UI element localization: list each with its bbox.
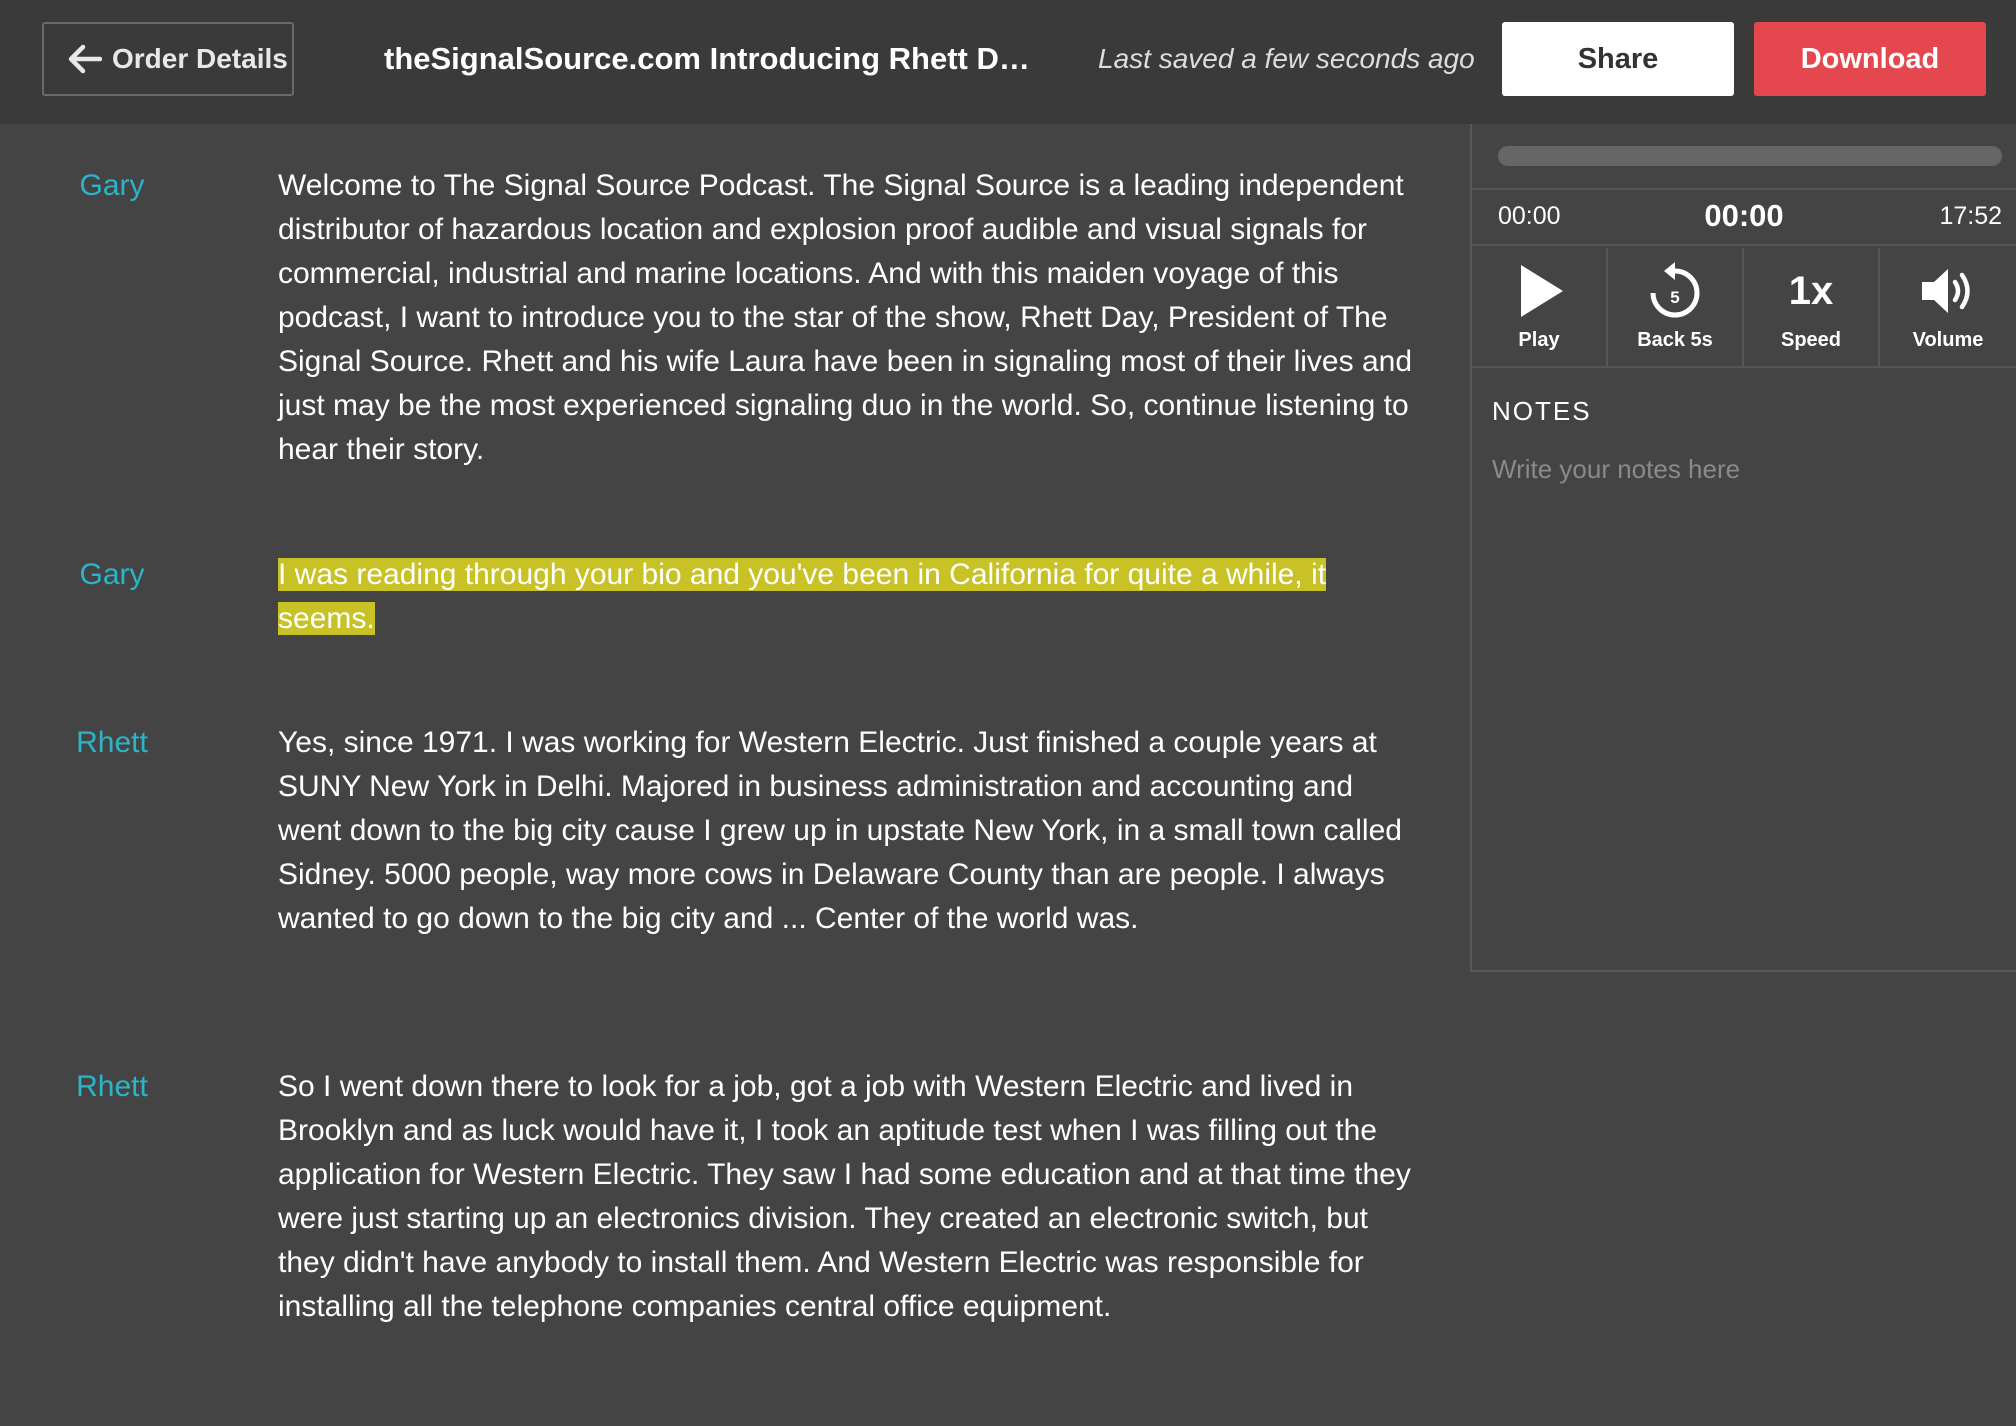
top-bar: Order Details theSignalSource.com Introd… — [0, 0, 2016, 124]
arrow-left-icon — [68, 44, 102, 74]
speaker-name[interactable]: Gary — [0, 553, 224, 597]
play-icon — [1521, 265, 1563, 317]
back-5s-label: Back 5s — [1637, 329, 1713, 351]
speed-button[interactable]: 1x Speed — [1744, 248, 1880, 366]
rewind-seconds: 5 — [1670, 288, 1679, 307]
time-current: 00:00 — [1704, 198, 1784, 233]
transcript-panel: Gary Welcome to The Signal Source Podcas… — [0, 124, 1470, 1426]
save-status: Last saved a few seconds ago — [1098, 43, 1475, 74]
speed-label: Speed — [1780, 329, 1842, 351]
back-5s-button[interactable]: 5 Back 5s — [1608, 248, 1744, 366]
player-controls: Play 5 Back 5s 1x Speed Volume — [1472, 248, 2016, 368]
speaker-name[interactable]: Gary — [0, 164, 224, 208]
audio-player-panel: 00:00 00:00 17:52 Play 5 Back 5s 1x Spee… — [1470, 124, 2016, 972]
order-details-label: Order Details — [112, 43, 288, 74]
download-button[interactable]: Download — [1754, 22, 1986, 96]
speed-value: 1x — [1788, 269, 1834, 313]
speaker-name[interactable]: Rhett — [0, 721, 224, 765]
volume-label: Volume — [1912, 329, 1984, 351]
segment-text[interactable]: Welcome to The Signal Source Podcast. Th… — [278, 164, 1418, 472]
segment-text[interactable]: Yes, since 1971. I was working for Weste… — [278, 721, 1418, 941]
volume-icon — [1922, 269, 1970, 313]
share-button[interactable]: Share — [1502, 22, 1734, 96]
speaker-name[interactable]: Rhett — [0, 1065, 224, 1109]
volume-button[interactable]: Volume — [1880, 248, 2016, 366]
time-readout: 00:00 00:00 17:52 — [1472, 188, 2016, 246]
order-details-button[interactable]: Order Details — [42, 22, 294, 96]
segment-text[interactable]: So I went down there to look for a job, … — [278, 1065, 1418, 1329]
highlighted-text[interactable]: I was reading through your bio and you'v… — [278, 558, 1327, 635]
audio-progress-bar[interactable] — [1498, 146, 2002, 166]
rewind-5-icon: 5 — [1650, 262, 1700, 318]
play-button[interactable]: Play — [1472, 248, 1608, 366]
time-end: 17:52 — [1939, 202, 2002, 230]
play-label: Play — [1518, 329, 1560, 351]
document-title: theSignalSource.com Introducing Rhett Da… — [384, 41, 1044, 76]
notes-heading: NOTES — [1492, 396, 1592, 426]
notes-input[interactable] — [1492, 454, 1996, 944]
segment-text[interactable]: I was reading through your bio and you'v… — [278, 553, 1418, 641]
